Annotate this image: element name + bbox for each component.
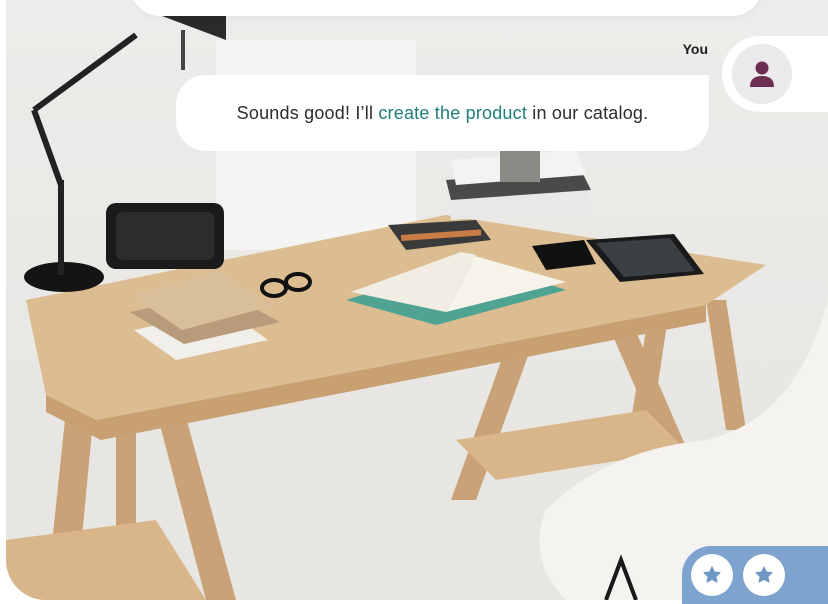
message-text-start: Sounds good! I’ll	[236, 102, 379, 123]
message-text-end: in our catalog.	[527, 102, 649, 123]
avatar	[732, 44, 792, 104]
book-stack	[446, 150, 591, 220]
star-button-2[interactable]	[743, 554, 785, 596]
star-icon	[755, 566, 773, 583]
message-bubble: Sounds good! I’ll create the product in …	[176, 75, 709, 151]
sender-label: You	[682, 41, 708, 57]
star-icon	[703, 566, 721, 583]
avatar-panel	[722, 36, 828, 112]
chat-screen: You Sounds good! I’ll create the product…	[0, 0, 828, 604]
create-product-link[interactable]: create the product	[378, 103, 527, 123]
message-text: Sounds good! I’ll create the product in …	[237, 103, 649, 124]
previous-message-bubble	[130, 0, 762, 16]
rating-bar	[682, 546, 828, 604]
star-button-1[interactable]	[691, 554, 733, 596]
user-icon	[750, 61, 774, 87]
